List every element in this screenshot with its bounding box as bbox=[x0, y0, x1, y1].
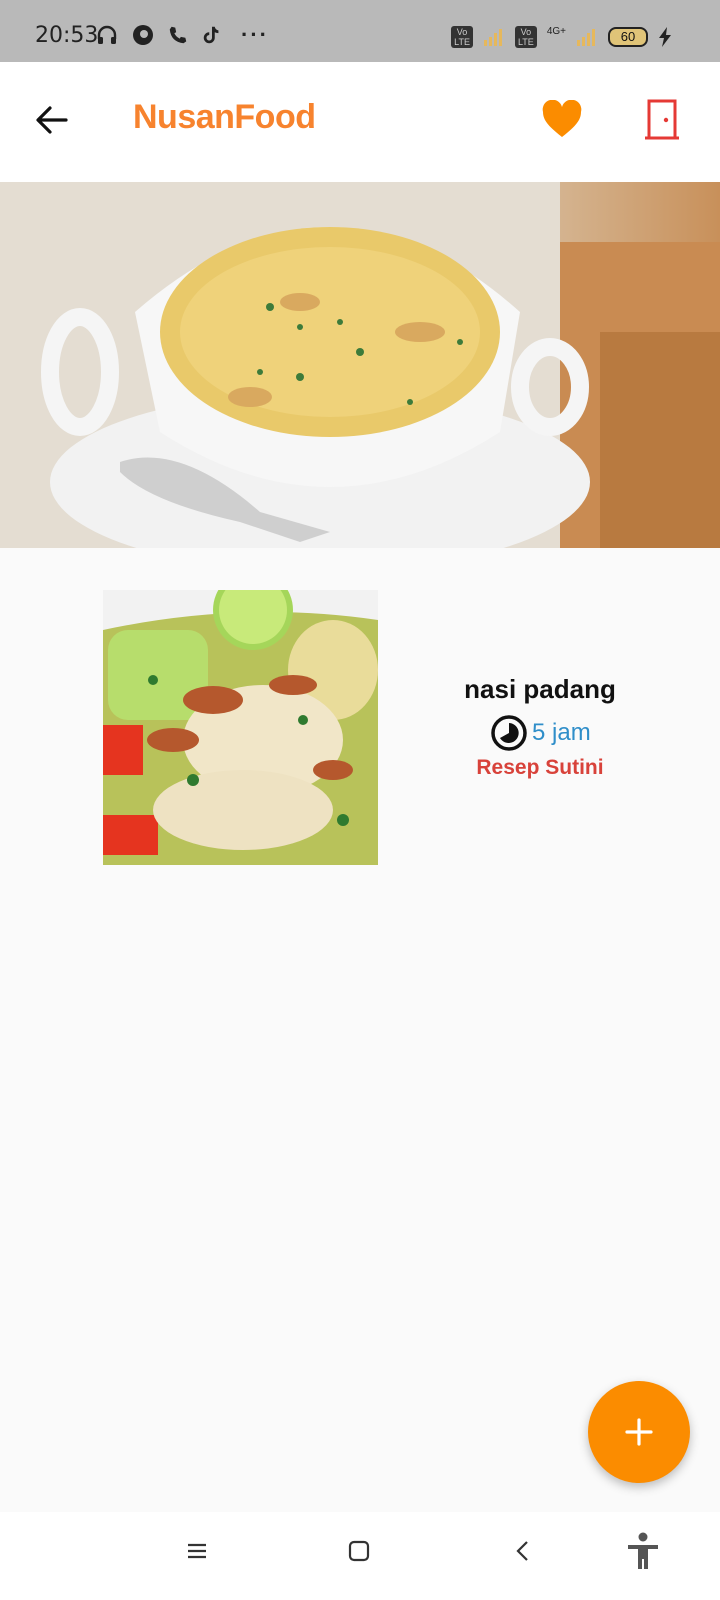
more-notifications-icon: ··· bbox=[241, 22, 269, 47]
system-navigation-bar bbox=[0, 1512, 720, 1600]
status-time: 20:53 bbox=[35, 23, 99, 48]
accessibility-icon bbox=[628, 1532, 658, 1569]
soup-bowl-illustration bbox=[0, 182, 720, 548]
signal-icon bbox=[483, 29, 502, 46]
recipe-duration: 5 jam bbox=[490, 714, 591, 752]
timer-icon bbox=[491, 715, 527, 751]
battery-indicator: 60 bbox=[608, 27, 648, 47]
heart-icon bbox=[542, 99, 582, 137]
nav-back-button[interactable] bbox=[512, 1540, 534, 1567]
status-bar: 20:53 ··· Vo LTE Vo LTE 4G+ 60 bbox=[0, 0, 720, 62]
app-bar: NusanFood bbox=[0, 62, 720, 182]
recipe-name[interactable]: nasi padang bbox=[440, 674, 640, 705]
back-button[interactable] bbox=[30, 98, 74, 142]
network-type: 4G+ bbox=[546, 25, 566, 37]
status-system-icons: Vo LTE Vo LTE 4G+ 60 bbox=[451, 26, 672, 48]
arrow-left-icon bbox=[36, 106, 68, 134]
hero-image bbox=[0, 182, 720, 548]
status-notification-icons: ··· bbox=[95, 22, 269, 48]
volte-badge-2: Vo LTE bbox=[514, 26, 537, 48]
chevron-left-icon bbox=[516, 1541, 528, 1561]
charging-icon bbox=[659, 27, 671, 47]
home-button[interactable] bbox=[348, 1540, 370, 1567]
app-notification-icon bbox=[133, 25, 153, 45]
duration-text: 5 jam bbox=[532, 719, 591, 746]
recipe-author: Resep Sutini bbox=[476, 756, 604, 779]
add-recipe-button[interactable] bbox=[588, 1381, 690, 1483]
recipe-photo[interactable] bbox=[103, 590, 378, 865]
signal-icon-2 bbox=[577, 29, 595, 46]
menu-icon bbox=[188, 1543, 206, 1559]
headphones-icon bbox=[97, 25, 117, 44]
volte-badge: Vo LTE bbox=[451, 26, 473, 48]
soto-illustration bbox=[103, 590, 378, 865]
accessibility-button[interactable] bbox=[626, 1532, 660, 1577]
tiktok-icon bbox=[203, 26, 219, 44]
favorite-button[interactable] bbox=[541, 99, 583, 140]
door-icon bbox=[645, 99, 679, 140]
app-title: NusanFood bbox=[133, 98, 316, 136]
phone-icon bbox=[169, 26, 187, 44]
recent-apps-button[interactable] bbox=[186, 1540, 208, 1567]
square-icon bbox=[348, 1540, 370, 1562]
plus-icon bbox=[625, 1418, 653, 1446]
logout-button[interactable] bbox=[644, 98, 680, 140]
